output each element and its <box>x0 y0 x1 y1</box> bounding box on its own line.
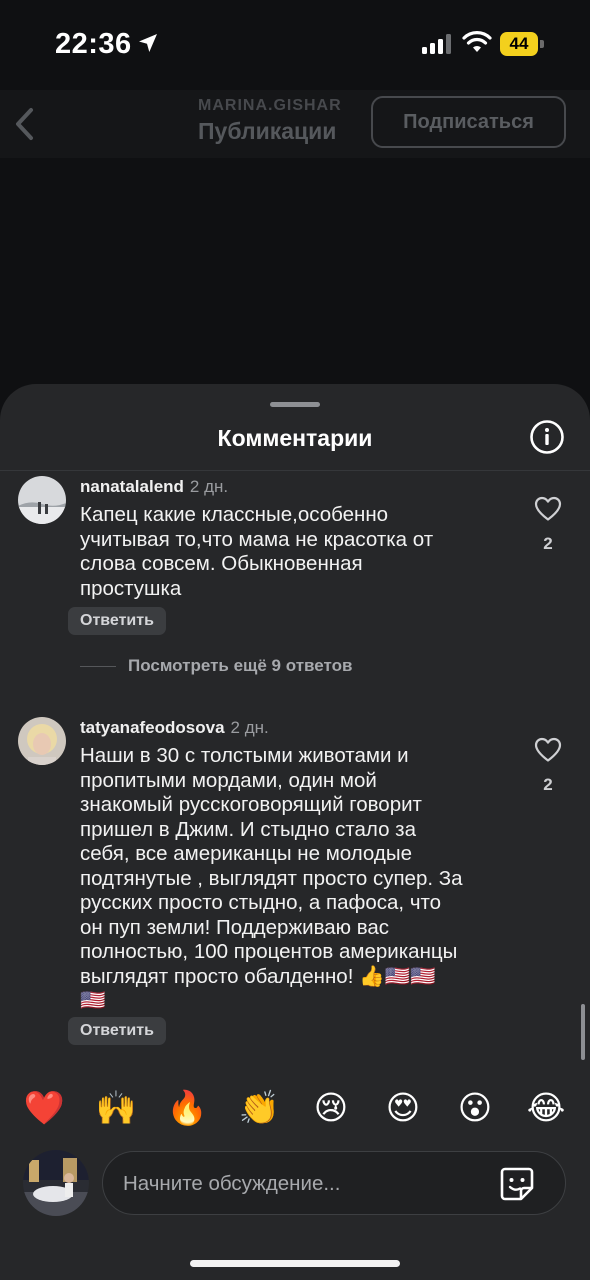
emoji-laughing[interactable]: 😂 <box>524 1086 568 1130</box>
reply-button[interactable]: Ответить <box>68 1017 166 1045</box>
comment-line: простушка <box>80 576 182 600</box>
comment-line: 🇺🇸 <box>80 989 106 1012</box>
comment-line: слова совсем. Обыкновенная <box>80 552 363 575</box>
subscribe-button[interactable]: Подписаться <box>371 96 566 148</box>
info-icon[interactable] <box>529 419 565 455</box>
comment-input[interactable]: Начните обсуждение... <box>102 1151 566 1215</box>
comment-date: 2 дн. <box>189 477 229 496</box>
sheet-grabber[interactable] <box>270 402 320 407</box>
comment-line: Наши в 30 с толстыми животами и <box>80 744 409 767</box>
scrollbar[interactable] <box>581 1004 585 1060</box>
page-title: Публикации <box>198 118 337 144</box>
replies-divider <box>80 666 116 667</box>
comment-text: Капец какие классные,особенно учитывая т… <box>80 503 520 601</box>
comment-line: пришел в Джим. И стыдно стало за <box>80 817 416 841</box>
comment-line: полностью, 100 процентов американцы <box>80 940 458 963</box>
comment-line: русских просто стыдно, а пафоса, что <box>80 891 442 914</box>
comment-line: подтянутые , выглядят просто супер. За <box>80 866 463 890</box>
heart-icon[interactable] <box>534 496 562 522</box>
comment-line: Капец какие классные,особенно <box>80 503 389 526</box>
emoji-heart[interactable]: ❤️ <box>22 1086 66 1130</box>
home-indicator[interactable] <box>190 1260 400 1267</box>
avatar[interactable] <box>18 717 66 765</box>
signal-icon <box>422 34 451 54</box>
sheet-title: Комментарии <box>217 425 373 451</box>
profile-header: MARINA.GISHAR Публикации Подписаться <box>0 90 590 158</box>
status-time: 22:36 <box>55 28 132 60</box>
heart-icon[interactable] <box>534 737 562 763</box>
comment-line: учитывая то,что мама не красотка от <box>80 527 434 551</box>
comment-line: он пуп земли! Поддерживаю вас <box>80 915 390 939</box>
chevron-left-icon[interactable] <box>12 106 38 142</box>
emoji-fire[interactable]: 🔥 <box>165 1086 209 1130</box>
like-count: 2 <box>543 775 553 794</box>
emoji-clapping[interactable]: 👏 <box>237 1086 281 1130</box>
comment-author[interactable]: nanatalalend 2 дн. <box>80 477 228 497</box>
user-avatar[interactable] <box>23 1150 89 1216</box>
emoji-heart-eyes[interactable]: 😍 <box>381 1086 425 1130</box>
comments-sheet: Комментарии nanatalalend 2 дн. Капец каки… <box>0 384 590 1280</box>
view-more-replies-button[interactable]: Посмотреть ещё 9 ответов <box>80 654 480 680</box>
reply-button[interactable]: Ответить <box>68 607 166 635</box>
emoji-surprised[interactable]: 😮 <box>453 1086 497 1130</box>
comment-date: 2 дн. <box>230 718 269 737</box>
wifi-icon <box>462 31 492 52</box>
comment-author-name[interactable]: nanatalalend <box>80 477 184 496</box>
emoji-raised-hands[interactable]: 🙌 <box>94 1086 138 1130</box>
comment-line: себя, все американцы не молодые <box>80 842 412 865</box>
avatar[interactable] <box>18 476 66 524</box>
comment-author-name[interactable]: tatyanafeodosova <box>80 718 225 737</box>
comment-line: пропитыми мордами, один мой <box>80 768 377 792</box>
status-bar: 22:36 44 <box>0 0 590 90</box>
like-count: 2 <box>543 534 553 553</box>
sticker-icon[interactable] <box>499 1166 535 1202</box>
location-arrow-icon <box>139 34 157 52</box>
view-more-replies-label[interactable]: Посмотреть ещё 9 ответов <box>128 656 352 676</box>
comment-text: Наши в 30 с толстыми животами и пропитым… <box>80 744 530 1014</box>
header-username: MARINA.GISHAR <box>198 97 342 114</box>
sheet-divider <box>0 470 590 471</box>
battery-level: 44 <box>500 32 538 56</box>
emoji-reaction-bar: ❤️ 🙌 🔥 👏 😢 😍 😮 😂 <box>0 1086 590 1130</box>
emoji-crying[interactable]: 😢 <box>309 1086 353 1130</box>
comment-author[interactable]: tatyanafeodosova 2 дн. <box>80 718 269 738</box>
comment-line: знакомый русскоговорящий говорит <box>80 793 422 816</box>
battery-icon: 44 <box>500 32 544 56</box>
comment-line: выглядят просто обалденно! 👍🇺🇸🇺🇸 <box>80 964 436 988</box>
comment-input-placeholder: Начните обсуждение... <box>123 1172 341 1195</box>
